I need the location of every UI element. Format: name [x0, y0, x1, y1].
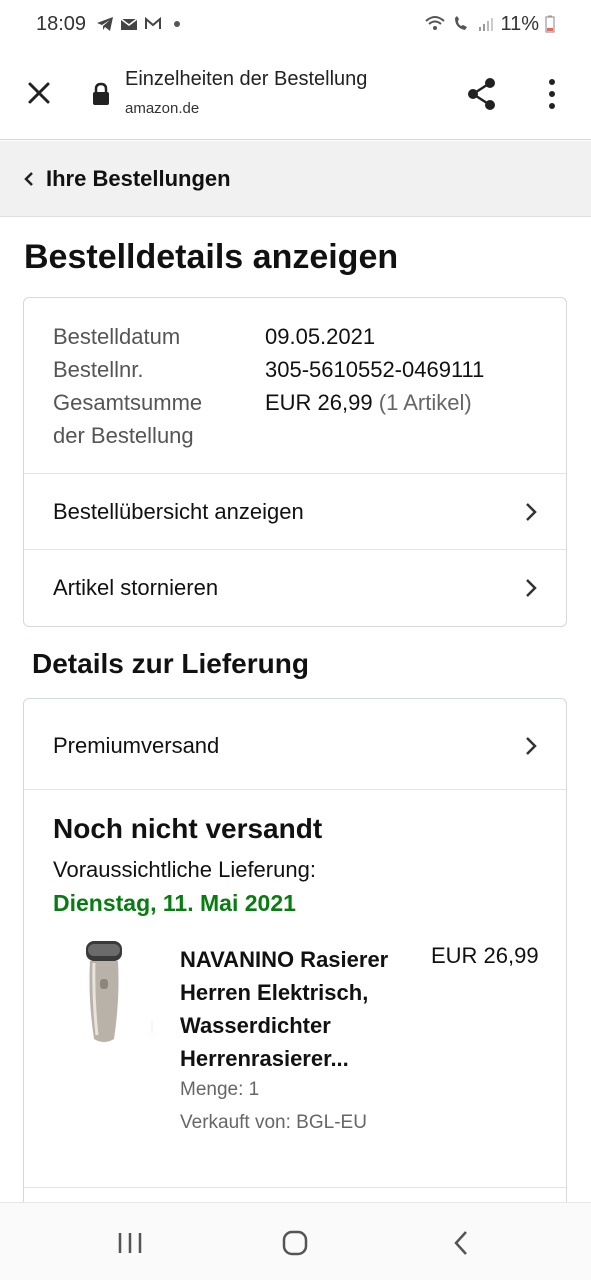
- divider: [24, 789, 566, 790]
- wifi-icon: [425, 16, 446, 30]
- divider: [24, 1187, 566, 1188]
- view-order-summary-link[interactable]: Bestellübersicht anzeigen: [24, 475, 566, 549]
- browser-toolbar: Einzelheiten der Bestellung amazon.de: [0, 48, 591, 140]
- signal-icon: [479, 18, 494, 31]
- page-title: Bestelldetails anzeigen: [24, 238, 399, 276]
- product-quantity: Menge: 1: [180, 1079, 260, 1100]
- cancel-items-label: Artikel stornieren: [53, 575, 219, 600]
- breadcrumb[interactable]: Ihre Bestellungen: [0, 141, 591, 217]
- order-date-label: Bestelldatum: [53, 324, 181, 349]
- chevron-right-icon: [526, 503, 537, 521]
- order-number-value: 305-5610552-0469111: [265, 357, 485, 382]
- order-number-label: Bestellnr.: [53, 357, 144, 382]
- product-title-line: Herrenrasierer...: [180, 1046, 349, 1071]
- home-icon[interactable]: [281, 1229, 309, 1257]
- wifi-calling-icon: [455, 16, 468, 30]
- status-time: 18:09: [36, 12, 87, 35]
- chevron-right-icon: [526, 579, 537, 597]
- cancel-items-link[interactable]: Artikel stornieren: [24, 551, 566, 625]
- electric-shaver-image[interactable]: [74, 939, 164, 1049]
- order-total-label-line2: der Bestellung: [53, 423, 194, 448]
- order-total-label-line1: Gesamtsumme: [53, 390, 203, 415]
- back-icon[interactable]: [452, 1229, 470, 1257]
- order-info: Bestelldatum 09.05.2021 Bestellnr. 305-5…: [53, 320, 484, 452]
- product-title-line: Wasserdichter: [180, 1013, 331, 1038]
- telegram-icon: [97, 17, 114, 31]
- delivery-card: Premiumversand Noch nicht versandt Vorau…: [23, 698, 567, 1238]
- share-icon[interactable]: [464, 76, 500, 112]
- order-total-items: (1 Artikel): [378, 390, 472, 415]
- product-seller: Verkauft von: BGL-EU: [180, 1112, 367, 1133]
- more-options-icon[interactable]: [540, 76, 564, 112]
- order-info-card: Bestelldatum 09.05.2021 Bestellnr. 305-5…: [23, 297, 567, 627]
- delivery-section-title: Details zur Lieferung: [32, 648, 309, 679]
- divider: [24, 549, 566, 550]
- order-date-value: 09.05.2021: [265, 324, 376, 349]
- expected-delivery-label: Voraussichtliche Lieferung:: [53, 857, 316, 882]
- product-title-line: Herren Elektrisch,: [180, 980, 369, 1005]
- lock-icon: [93, 82, 109, 105]
- chevron-right-icon: [526, 737, 537, 755]
- browser-page-title: Einzelheiten der Bestellung: [125, 68, 368, 90]
- order-total-value: EUR 26,99 (1 Artikel): [265, 386, 472, 452]
- chevron-left-icon: [24, 171, 33, 186]
- shipment-status: Noch nicht versandt: [53, 813, 323, 844]
- breadcrumb-back-link[interactable]: Ihre Bestellungen: [46, 166, 231, 192]
- close-icon[interactable]: [24, 78, 54, 108]
- status-bar: 18:09 11%: [0, 0, 591, 48]
- view-order-summary-label: Bestellübersicht anzeigen: [53, 499, 304, 524]
- order-total-label: Gesamtsumme der Bestellung: [53, 386, 265, 452]
- system-navigation-bar: [0, 1202, 591, 1280]
- mail-icon: [120, 18, 138, 30]
- expected-delivery-date: Dienstag, 11. Mai 2021: [53, 890, 296, 916]
- notification-icons: [96, 16, 181, 32]
- shipping-method-link[interactable]: Premiumversand: [24, 709, 566, 783]
- product-title-line: NAVANINO Rasierer: [180, 947, 389, 972]
- more-notifications-dot: [174, 21, 181, 27]
- order-total-amount: EUR 26,99: [265, 390, 373, 415]
- divider: [24, 473, 566, 474]
- product-price: EUR 26,99: [431, 943, 539, 968]
- battery-icon: [545, 15, 555, 33]
- recent-apps-icon[interactable]: [116, 1231, 144, 1255]
- battery-percent: 11%: [500, 12, 539, 35]
- shipping-method-label: Premiumversand: [53, 733, 220, 758]
- gmail-icon: [145, 16, 162, 29]
- product-title-link[interactable]: NAVANINO Rasierer Herren Elektrisch, Was…: [180, 943, 425, 1075]
- browser-url: amazon.de: [125, 100, 200, 117]
